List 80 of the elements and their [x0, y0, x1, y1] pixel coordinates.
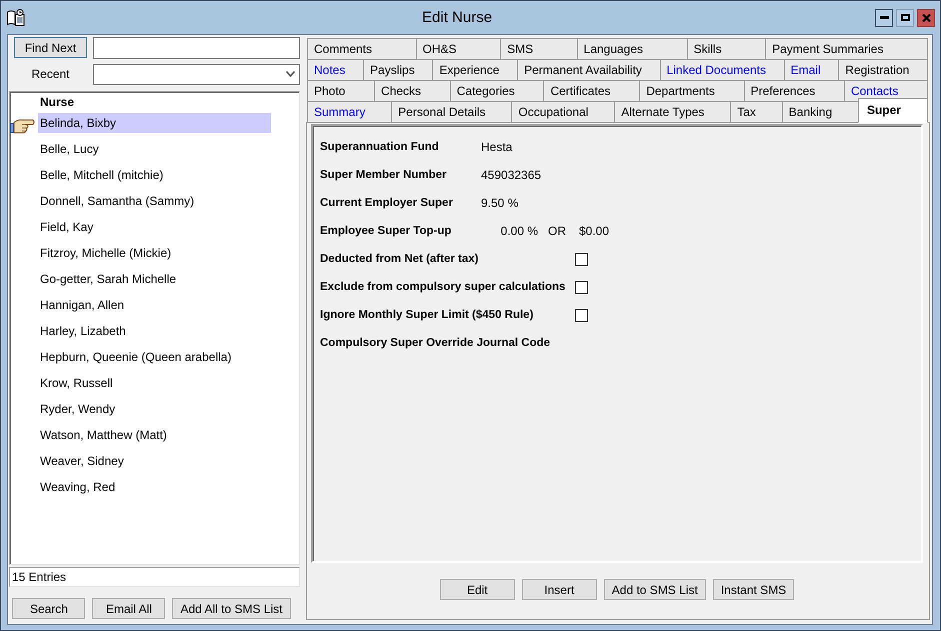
nurse-name[interactable]: Ryder, Wendy	[38, 399, 271, 419]
tab[interactable]: Tax	[730, 101, 783, 123]
nurse-name[interactable]: Belinda, Bixby	[38, 113, 271, 133]
search-field[interactable]	[93, 36, 300, 58]
tab[interactable]: OH&S	[416, 38, 502, 60]
tab[interactable]: Registration	[838, 59, 928, 81]
tab[interactable]: Checks	[374, 80, 451, 102]
field-label: Current Employer Super	[320, 197, 454, 209]
action-button[interactable]: Search	[12, 598, 86, 619]
maximize-button[interactable]	[896, 8, 914, 26]
nurse-name[interactable]: Watson, Matthew (Matt)	[38, 425, 271, 445]
tab[interactable]: Summary	[307, 101, 392, 123]
tab[interactable]: SMS	[500, 38, 578, 60]
action-button[interactable]: Edit	[440, 579, 515, 600]
recent-dropdown[interactable]	[93, 64, 300, 84]
nurse-name[interactable]: Weaver, Sidney	[38, 451, 271, 471]
nurse-name[interactable]: Fitzroy, Michelle (Mickie)	[38, 243, 271, 263]
tab[interactable]: Comments	[307, 38, 417, 60]
tab[interactable]: Banking	[782, 101, 859, 123]
close-button[interactable]	[917, 8, 935, 26]
nurse-name[interactable]: Belle, Mitchell (mitchie)	[38, 165, 271, 185]
tab[interactable]: Certificates	[543, 80, 640, 102]
minimize-icon	[880, 16, 888, 19]
tab[interactable]: Permanent Availability	[517, 59, 661, 81]
field-label: Superannuation Fund	[320, 141, 440, 153]
tab[interactable]: Payslips	[363, 59, 434, 81]
entry-count: 15 Entries	[9, 567, 300, 587]
tab[interactable]: Linked Documents	[660, 59, 785, 81]
tab[interactable]: Categories	[450, 80, 544, 102]
find-next-button[interactable]: Find Next	[14, 37, 87, 58]
nurse-name[interactable]: Hannigan, Allen	[38, 295, 271, 315]
tab[interactable]: Notes	[307, 59, 364, 81]
field-label: Super Member Number	[320, 169, 448, 181]
checkbox[interactable]	[575, 280, 588, 294]
field-label: Employee Super Top-up	[320, 225, 452, 237]
field-label: Compulsory Super Override Journal Code	[320, 337, 550, 349]
window-title: Edit Nurse	[422, 9, 492, 26]
checkbox[interactable]	[575, 308, 588, 322]
action-button[interactable]: Add All to SMS List	[172, 598, 291, 619]
nurse-name[interactable]: Harley, Lizabeth	[38, 321, 271, 341]
field-value: Hesta	[481, 140, 512, 154]
book-icon	[7, 9, 25, 26]
field-value: 9.50 %	[481, 196, 518, 210]
tab[interactable]: Email	[784, 59, 840, 81]
tab[interactable]: Photo	[307, 80, 376, 102]
percent-value: 0.00 %	[500, 224, 538, 238]
nurse-name[interactable]: Belle, Lucy	[38, 139, 271, 159]
field-label: Exclude from compulsory super calculations	[320, 281, 566, 293]
action-button[interactable]: Instant SMS	[712, 579, 794, 600]
amount-value: $0.00	[579, 224, 610, 238]
tab[interactable]: Languages	[576, 38, 688, 60]
tab[interactable]: Personal Details	[391, 101, 512, 123]
nurse-name[interactable]: Krow, Russell	[38, 373, 271, 393]
minimize-button[interactable]	[875, 8, 893, 26]
field-label: Ignore Monthly Super Limit ($450 Rule)	[320, 309, 534, 321]
nurse-name[interactable]: Hepburn, Queenie (Queen arabella)	[38, 347, 271, 367]
tab[interactable]: Preferences	[744, 80, 845, 102]
tab[interactable]: Super	[858, 98, 928, 123]
tab[interactable]: Experience	[432, 59, 518, 81]
tab[interactable]: Payment Summaries	[765, 38, 928, 60]
or-label: OR	[548, 224, 566, 238]
tab[interactable]: Departments	[639, 80, 745, 102]
action-button[interactable]: Email All	[92, 598, 166, 619]
nurse-name[interactable]: Weaving, Red	[38, 477, 271, 497]
action-button[interactable]: Add to SMS List	[604, 579, 706, 600]
nurse-name[interactable]: Go-getter, Sarah Michelle	[38, 269, 271, 289]
chevron-down-icon	[286, 71, 295, 77]
list-header: Nurse	[39, 94, 76, 111]
nurse-name[interactable]: Donnell, Samantha (Sammy)	[38, 191, 271, 211]
tab[interactable]: Alternate Types	[614, 101, 732, 123]
tab[interactable]: Skills	[686, 38, 766, 60]
nurse-name[interactable]: Field, Kay	[38, 217, 271, 237]
recent-label: Recent	[30, 67, 71, 81]
action-button[interactable]: Insert	[522, 579, 597, 600]
checkbox[interactable]	[575, 252, 588, 266]
field-label: Deducted from Net (after tax)	[320, 253, 480, 265]
maximize-icon	[900, 14, 910, 21]
tab[interactable]: Occupational	[511, 101, 616, 123]
field-value: 459032365	[481, 168, 542, 182]
close-icon	[922, 14, 930, 22]
